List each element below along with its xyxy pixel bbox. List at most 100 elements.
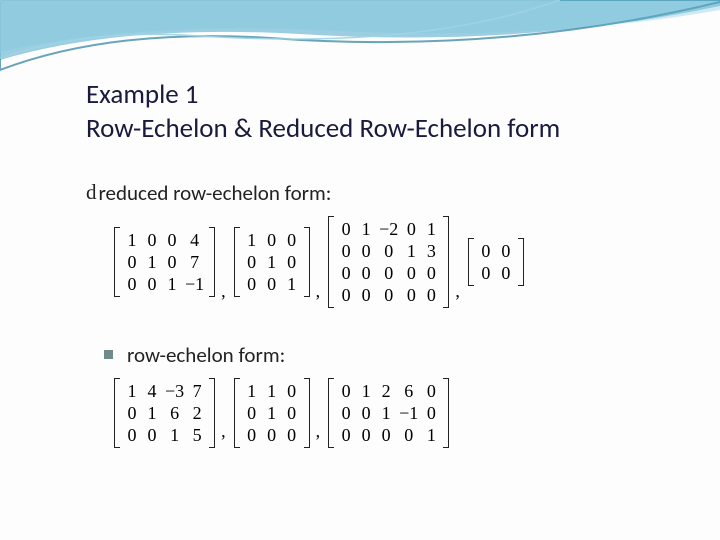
matrix-cell: 1 [421, 218, 441, 240]
matrix-cell: 0 [122, 402, 142, 424]
matrix-cell: 0 [401, 284, 421, 306]
matrix-1-3: 01−201000130000000000 [328, 216, 449, 308]
matrix-cell: 0 [336, 380, 356, 402]
matrix-cell: 0 [162, 251, 182, 273]
matrix-cell: 1 [262, 402, 282, 424]
matrix-cell: 2 [187, 402, 207, 424]
matrix-cell: 0 [142, 424, 162, 446]
matrix-cell: 4 [182, 229, 207, 251]
matrix-cell: 0 [396, 424, 421, 446]
matrix-cell: 0 [356, 262, 376, 284]
matrix-cell: 0 [262, 273, 282, 295]
matrix-cell: 1 [242, 380, 262, 402]
matrix-cell: 0 [476, 240, 496, 262]
section2-heading: row-echelon form: [86, 342, 720, 368]
matrix-cell: 0 [122, 273, 142, 295]
matrix-1-2: 100010001 [234, 227, 310, 297]
matrix-cell: 3 [421, 240, 441, 262]
matrix-cell: 0 [356, 424, 376, 446]
matrix-cell: 0 [262, 424, 282, 446]
matrix-cell: 0 [122, 424, 142, 446]
matrix-2-2: 110010000 [234, 378, 310, 448]
matrix-cell: 0 [356, 284, 376, 306]
matrix-cell: −3 [162, 380, 187, 402]
matrix-cell: 6 [396, 380, 421, 402]
curly-bullet-icon: d [86, 182, 95, 203]
matrix-cell: 1 [356, 218, 376, 240]
slide-title: Example 1 Row-Echelon & Reduced Row-Eche… [86, 78, 720, 146]
matrix-cell: 0 [376, 240, 401, 262]
slide-content: Example 1 Row-Echelon & Reduced Row-Eche… [0, 0, 720, 448]
comma: , [455, 281, 462, 302]
section-reduced-row-echelon: d reduced row-echelon form: 10040107001−… [86, 180, 720, 308]
matrix-cell: 0 [336, 284, 356, 306]
matrix-cell: 1 [401, 240, 421, 262]
matrix-cell: 5 [187, 424, 207, 446]
matrix-cell: 1 [142, 402, 162, 424]
matrix-cell: 1 [242, 229, 262, 251]
matrix-cell: −1 [182, 273, 207, 295]
matrix-cell: 0 [496, 262, 516, 284]
matrix-cell: 1 [162, 424, 187, 446]
matrix-cell: 6 [162, 402, 187, 424]
section2-label: row-echelon form: [127, 342, 285, 368]
comma: , [221, 281, 228, 302]
matrix-cell: 0 [336, 424, 356, 446]
matrix-cell: 0 [336, 262, 356, 284]
matrix-cell: 0 [242, 251, 262, 273]
matrix-cell: 0 [262, 229, 282, 251]
matrix-cell: 0 [356, 402, 376, 424]
matrix-cell: 1 [376, 402, 396, 424]
matrix-cell: 0 [401, 262, 421, 284]
matrix-cell: 1 [122, 229, 142, 251]
matrix-cell: 0 [421, 284, 441, 306]
matrix-1-4: 0000 [468, 238, 524, 286]
matrix-cell: 0 [242, 273, 262, 295]
matrix-cell: 0 [421, 402, 441, 424]
matrix-cell: 0 [242, 424, 262, 446]
matrix-2-3: 01260001−1000001 [328, 378, 449, 448]
section1-matrices: 10040107001−1 , 100010001 , 01−201000130… [114, 216, 720, 308]
matrix-cell: 1 [142, 251, 162, 273]
matrix-cell: 7 [187, 380, 207, 402]
matrix-cell: 1 [421, 424, 441, 446]
matrix-cell: 7 [182, 251, 207, 273]
matrix-cell: 0 [242, 402, 262, 424]
matrix-cell: 0 [376, 424, 396, 446]
matrix-cell: 0 [142, 229, 162, 251]
section1-label: reduced row-echelon form: [99, 180, 332, 206]
matrix-2-1: 14−3701620015 [114, 378, 215, 448]
title-line-2: Row-Echelon & Reduced Row-Echelon form [86, 112, 720, 146]
square-bullet-icon [104, 350, 113, 359]
matrix-cell: 0 [336, 240, 356, 262]
matrix-1-1: 10040107001−1 [114, 227, 215, 297]
matrix-cell: 0 [282, 251, 302, 273]
matrix-cell: 2 [376, 380, 396, 402]
matrix-cell: 0 [401, 218, 421, 240]
matrix-cell: 0 [476, 262, 496, 284]
section2-matrices: 14−3701620015 , 110010000 , 01260001−100… [114, 378, 720, 448]
section-row-echelon: row-echelon form: 14−3701620015 , 110010… [86, 342, 720, 448]
matrix-cell: 0 [122, 251, 142, 273]
matrix-cell: 0 [421, 380, 441, 402]
section1-heading: d reduced row-echelon form: [86, 180, 720, 206]
comma: , [221, 421, 228, 442]
matrix-cell: −2 [376, 218, 401, 240]
title-line-1: Example 1 [86, 78, 720, 112]
matrix-cell: 0 [282, 402, 302, 424]
comma: , [316, 421, 323, 442]
comma: , [316, 281, 323, 302]
matrix-cell: −1 [396, 402, 421, 424]
matrix-cell: 1 [356, 380, 376, 402]
matrix-cell: 1 [122, 380, 142, 402]
matrix-cell: 0 [336, 402, 356, 424]
matrix-cell: 0 [336, 218, 356, 240]
matrix-cell: 0 [376, 262, 401, 284]
matrix-cell: 0 [282, 380, 302, 402]
matrix-cell: 1 [262, 380, 282, 402]
matrix-cell: 0 [421, 262, 441, 284]
matrix-cell: 4 [142, 380, 162, 402]
matrix-cell: 1 [262, 251, 282, 273]
matrix-cell: 0 [162, 229, 182, 251]
matrix-cell: 0 [282, 229, 302, 251]
